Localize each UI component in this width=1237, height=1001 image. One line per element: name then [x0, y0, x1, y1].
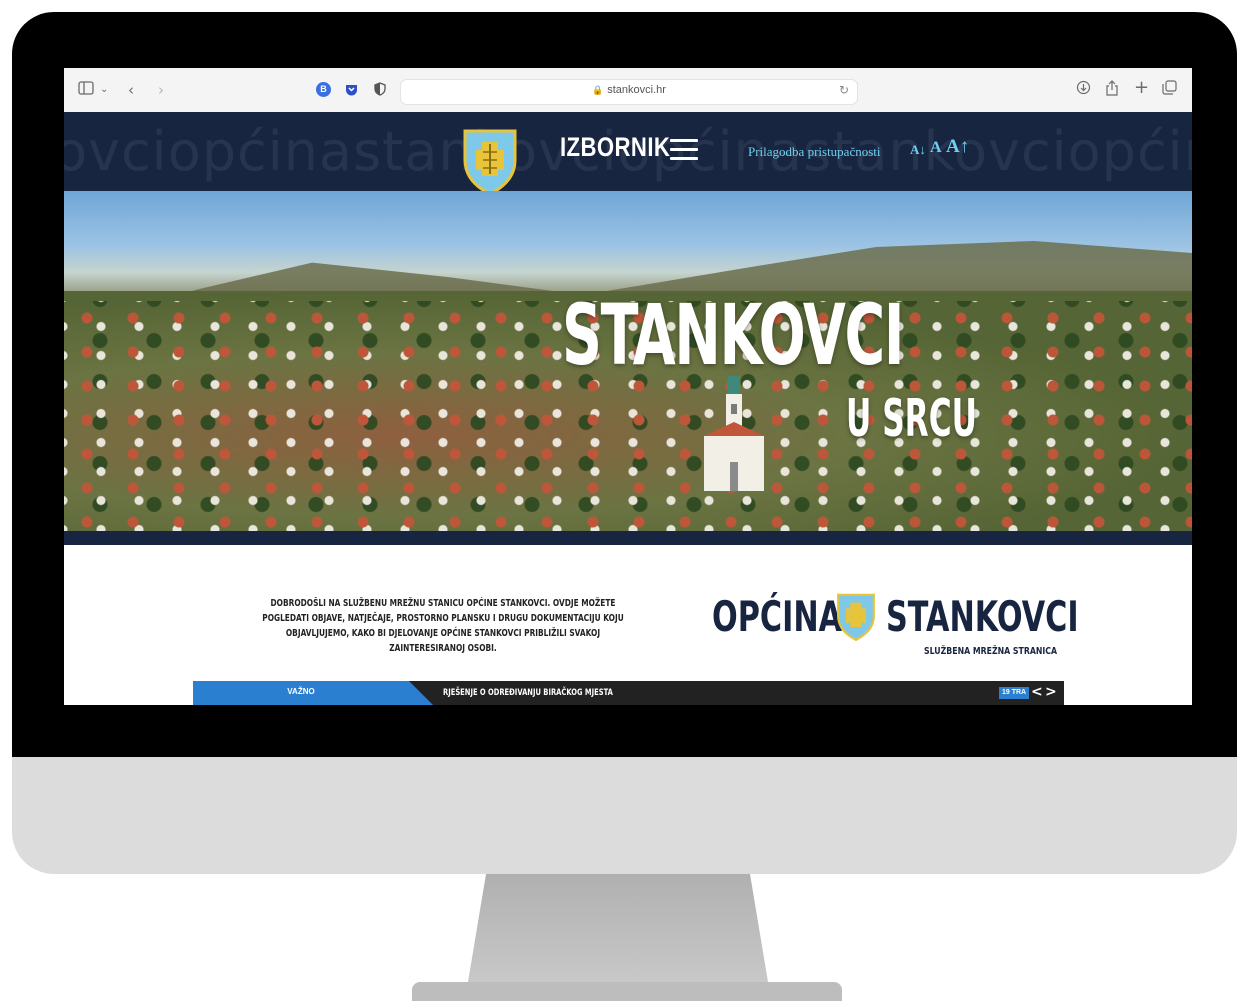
monitor-stand [468, 874, 768, 982]
monitor-stand-base [412, 982, 842, 1001]
sidebar-icon[interactable] [78, 80, 94, 100]
ticker-tag: VAŽNO [193, 681, 433, 705]
ticker-prev-icon[interactable]: < [1031, 684, 1043, 700]
brand-logo[interactable]: OPĆINA STANKOVCI [712, 592, 1079, 652]
hero-title: STANKOVCI [562, 286, 905, 384]
hero-subtitle: U SRCU [846, 389, 977, 449]
screen: ⌄ ‹ › B 🔒 stankovci.hr ↻ + ovciopćinastan… [64, 68, 1192, 705]
hero-banner: STANKOVCI U SRCU [64, 191, 1192, 531]
font-increase-button[interactable]: A↑ [946, 136, 969, 158]
download-icon[interactable] [1076, 80, 1091, 100]
monitor-chin [12, 757, 1237, 874]
reload-icon[interactable]: ↻ [839, 83, 849, 97]
font-decrease-button[interactable]: A↓ [910, 142, 926, 158]
address-bar[interactable]: 🔒 stankovci.hr ↻ [400, 79, 858, 105]
accessibility-label[interactable]: Prilagodba pristupačnosti [748, 144, 881, 160]
back-icon[interactable]: ‹ [128, 80, 134, 100]
brand-word-right: STANKOVCI [886, 592, 1079, 641]
new-tab-icon[interactable]: + [1134, 78, 1149, 98]
brand-word-left: OPĆINA [712, 592, 843, 641]
ticker-tag-label: VAŽNO [287, 687, 315, 696]
share-icon[interactable] [1105, 80, 1119, 101]
extension-b-icon[interactable]: B [316, 82, 331, 97]
address-url: stankovci.hr [607, 84, 666, 96]
tabs-overview-icon[interactable] [1162, 80, 1177, 100]
site-header: ovciopćinastankovciopćinastankovciopćina… [64, 112, 1192, 191]
forward-icon[interactable]: › [158, 80, 164, 100]
browser-toolbar: ⌄ ‹ › B 🔒 stankovci.hr ↻ + [64, 68, 1192, 113]
ticker-headline[interactable]: RJEŠENJE O ODREĐIVANJU BIRAČKOG MJESTA [443, 688, 613, 698]
font-reset-button[interactable]: A [930, 139, 942, 157]
brand-shield-icon [836, 592, 876, 647]
ticker-date-badge: 19 TRA [999, 687, 1030, 699]
brand-subtitle: SLUŽBENA MREŽNA STRANICA [924, 646, 1058, 657]
welcome-text: DOBRODOŠLI NA SLUŽBENU MREŽNU STANICU OP… [262, 598, 624, 654]
hamburger-menu-icon[interactable] [670, 139, 698, 161]
pocket-icon[interactable] [344, 82, 359, 97]
menu-label[interactable]: IZBORNIK [560, 132, 670, 163]
chevron-down-icon[interactable]: ⌄ [100, 80, 108, 100]
hero-bottom-strip [64, 531, 1192, 545]
lock-icon: 🔒 [592, 85, 604, 95]
church-illustration [704, 374, 764, 496]
shield-icon[interactable] [372, 82, 387, 97]
coat-of-arms-icon[interactable] [462, 128, 518, 191]
ticker-next-icon[interactable]: > [1045, 684, 1057, 700]
news-ticker: VAŽNO RJEŠENJE O ODREĐIVANJU BIRAČKOG MJ… [193, 681, 1064, 705]
